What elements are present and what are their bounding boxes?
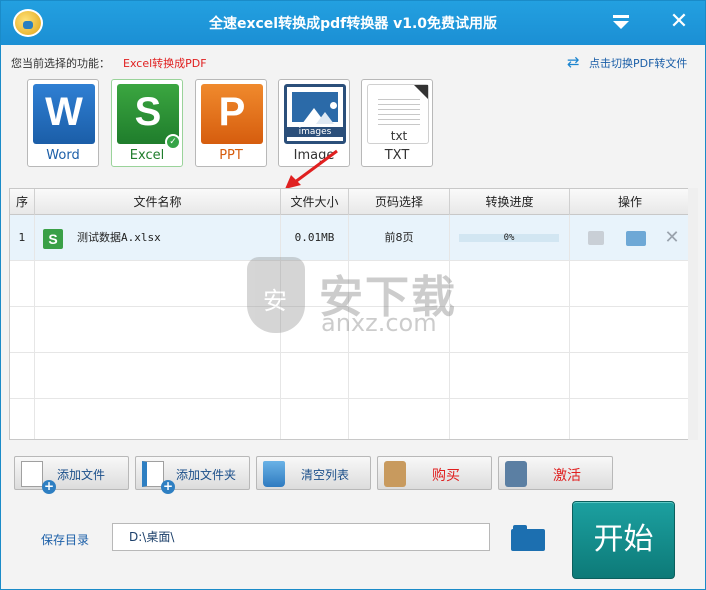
word-icon: W (33, 84, 95, 144)
col-filename: 文件名称 (35, 189, 281, 215)
row-index: 1 (10, 215, 35, 261)
shopping-bag-icon (384, 461, 406, 487)
table-scrollbar[interactable] (688, 188, 698, 440)
row-name-cell: S 测试数据A.xlsx (35, 215, 281, 261)
save-dir-input[interactable]: D:\桌面\ (112, 523, 490, 551)
col-index: 序 (10, 189, 35, 215)
format-word-button[interactable]: W Word (27, 79, 99, 167)
table-row[interactable]: 1 S 测试数据A.xlsx 0.01MB 前8页 0% ✕ (10, 215, 690, 261)
table-row-empty (10, 399, 690, 439)
add-file-icon: + (21, 461, 56, 494)
format-excel-label: Excel (129, 148, 165, 163)
switch-mode-link[interactable]: 点击切换PDF转文件 (567, 53, 688, 71)
format-ppt-label: PPT (219, 148, 243, 163)
activate-button[interactable]: 激活 (498, 456, 613, 490)
format-txt-button[interactable]: txt TXT (361, 79, 433, 167)
format-word-label: Word (46, 148, 80, 163)
col-actions: 操作 (617, 195, 642, 209)
red-arrow-annotation (285, 149, 338, 189)
switch-mode-label: 点击切换PDF转文件 (589, 57, 688, 70)
delete-icon[interactable]: ✕ (662, 215, 682, 261)
buy-button[interactable]: 购买 (377, 456, 492, 490)
open-folder-icon[interactable] (626, 231, 646, 246)
switch-arrows-icon (567, 53, 585, 71)
trash-icon (263, 461, 285, 487)
excel-icon: S ✓ (117, 84, 181, 150)
add-folder-button[interactable]: + 添加文件夹 (135, 456, 250, 494)
col-progress: 转换进度 (450, 189, 570, 215)
clear-list-button[interactable]: 清空列表 (256, 456, 371, 490)
row-filename: 测试数据A.xlsx (77, 231, 161, 244)
current-function: Excel转换成PDF (123, 57, 207, 70)
browse-folder-icon[interactable] (511, 525, 545, 551)
progress-text: 0% (503, 233, 515, 243)
row-progress-cell: 0% (450, 215, 570, 261)
app-window: 全速excel转换成pdf转换器 v1.0免费试用版 ✕ 您当前选择的功能： E… (0, 0, 706, 590)
row-filesize: 0.01MB (281, 215, 349, 261)
start-button[interactable]: 开始 (572, 501, 675, 579)
function-label: 您当前选择的功能： (11, 57, 110, 70)
save-dir-label: 保存目录 (41, 533, 90, 547)
txt-icon: txt (367, 84, 429, 144)
title-bar: 全速excel转换成pdf转换器 v1.0免费试用版 ✕ (1, 1, 705, 45)
table-row-empty (10, 353, 690, 399)
format-txt-label: TXT (384, 148, 410, 163)
ppt-icon: P (201, 84, 263, 144)
table-header: 序 文件名称 文件大小 页码选择 转换进度 操作 (10, 189, 697, 215)
col-pages: 页码选择 (349, 189, 450, 215)
format-ppt-button[interactable]: P PPT (195, 79, 267, 167)
format-excel-button[interactable]: S ✓ Excel (111, 79, 183, 167)
add-file-button[interactable]: + 添加文件 (14, 456, 129, 494)
image-icon: images (284, 84, 346, 144)
close-icon[interactable]: ✕ (667, 10, 691, 34)
add-folder-icon: + (142, 461, 175, 494)
excel-file-icon: S (43, 229, 63, 249)
row-actions: ✕ (570, 215, 690, 261)
col-filesize: 文件大小 (281, 189, 349, 215)
activate-icon (505, 461, 527, 487)
watermark-shield-icon (247, 257, 305, 333)
print-icon[interactable] (588, 231, 604, 245)
window-title: 全速excel转换成pdf转换器 v1.0免费试用版 (208, 16, 498, 32)
watermark-logo: 安下载 anxz.com (247, 257, 459, 337)
row-pages[interactable]: 前8页 (349, 215, 450, 261)
menu-dropdown-icon[interactable] (610, 13, 632, 33)
